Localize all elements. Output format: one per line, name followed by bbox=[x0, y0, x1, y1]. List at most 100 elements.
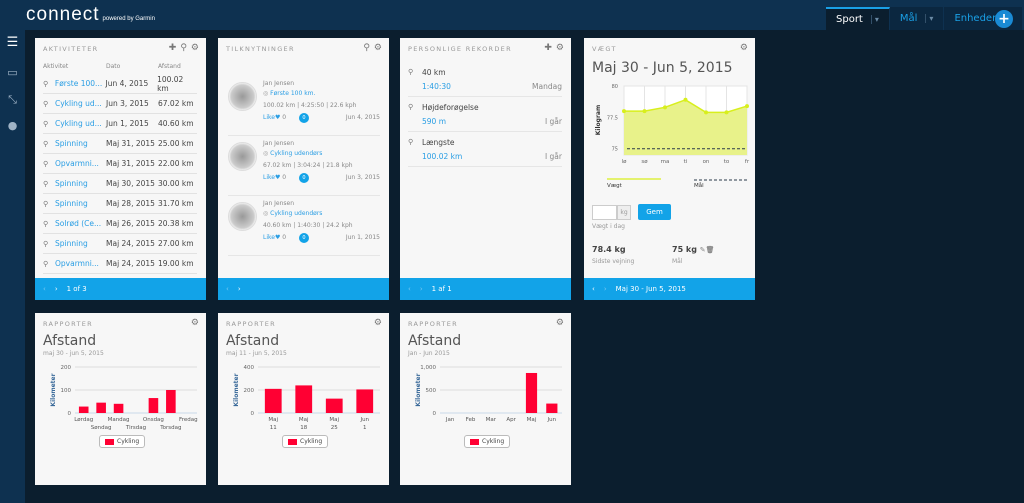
activity-link[interactable]: Opvarmni... bbox=[55, 259, 106, 268]
comment-bubble-icon[interactable]: 0 bbox=[299, 173, 309, 183]
user-name[interactable]: Jan Jensen bbox=[263, 80, 294, 87]
save-button[interactable]: Gem bbox=[638, 204, 671, 220]
activity-link[interactable]: Spinning bbox=[55, 199, 106, 208]
activity-link[interactable]: Første 100... bbox=[55, 79, 106, 88]
x-tick-label: lø bbox=[622, 159, 628, 165]
prev-page-button[interactable]: ‹ bbox=[408, 285, 411, 293]
activity-link[interactable]: Solrød (Ce... bbox=[55, 219, 106, 228]
connect-logo[interactable]: connect powered by Garmin bbox=[26, 4, 155, 26]
activity-date: Maj 31, 2015 bbox=[106, 159, 155, 168]
avatar[interactable] bbox=[228, 202, 257, 231]
gear-icon[interactable]: ⚙ bbox=[374, 43, 382, 53]
trash-icon[interactable]: 🗑 bbox=[706, 246, 715, 254]
table-row[interactable]: ⚲ Spinning Maj 30, 2015 30.00 km bbox=[43, 174, 197, 194]
heart-icon[interactable]: ♥ bbox=[275, 234, 280, 241]
heart-icon[interactable]: ♥ bbox=[275, 174, 280, 181]
activity-link[interactable]: Første 100 km. bbox=[270, 90, 315, 97]
activity-date: Maj 24, 2015 bbox=[106, 239, 155, 248]
next-page-button[interactable]: › bbox=[238, 285, 241, 293]
gear-icon[interactable]: ⚙ bbox=[191, 318, 199, 328]
record-value[interactable]: 590 m bbox=[422, 117, 446, 126]
user-name[interactable]: Jan Jensen bbox=[263, 140, 294, 147]
connections-icon[interactable]: ⤡ bbox=[6, 94, 19, 106]
legend-item-cycling[interactable]: Cykling bbox=[282, 435, 329, 448]
avatar[interactable] bbox=[228, 142, 257, 171]
comment-bubble-icon[interactable]: 0 bbox=[299, 233, 309, 243]
menu-icon[interactable]: ☰ bbox=[6, 36, 19, 49]
activity-link[interactable]: Opvarmni... bbox=[55, 159, 106, 168]
like-button[interactable]: Like bbox=[263, 234, 275, 241]
gear-icon[interactable]: ⚙ bbox=[374, 318, 382, 328]
legend-item-cycling[interactable]: Cykling bbox=[99, 435, 146, 448]
gear-icon[interactable]: ⚙ bbox=[191, 43, 199, 53]
next-page-button[interactable]: › bbox=[55, 285, 58, 293]
y-tick-label: 400 bbox=[244, 365, 255, 371]
like-button[interactable]: Like bbox=[263, 174, 275, 181]
activity-link[interactable]: Cykling ud... bbox=[55, 99, 106, 108]
y-tick-label: 1,000 bbox=[420, 365, 436, 371]
comment-bubble-icon[interactable]: 0 bbox=[299, 113, 309, 123]
inbox-icon[interactable]: ▭ bbox=[6, 67, 19, 79]
prev-page-button[interactable]: ‹ bbox=[592, 285, 595, 293]
legend-label: Cykling bbox=[300, 438, 323, 445]
table-row[interactable]: ⚲ Opvarmni... Maj 31, 2015 22.00 km bbox=[43, 154, 197, 174]
avatar[interactable] bbox=[228, 82, 257, 111]
record-value[interactable]: 1:40:30 bbox=[422, 82, 451, 91]
search-icon[interactable]: ⚲ bbox=[363, 43, 370, 53]
user-name[interactable]: Jan Jensen bbox=[263, 200, 294, 207]
table-row[interactable]: ⚲ Cykling ud... Jun 3, 2015 67.02 km bbox=[43, 94, 197, 114]
record-item[interactable]: ⚲ 40 km 1:40:30 Mandag bbox=[408, 62, 562, 97]
tab-maal[interactable]: Mål ▾ bbox=[889, 7, 945, 30]
gear-icon[interactable]: ⚙ bbox=[556, 318, 564, 328]
record-value[interactable]: 100.02 km bbox=[422, 152, 462, 161]
activity-link[interactable]: Cykling udendørs bbox=[270, 210, 322, 217]
table-row[interactable]: ⚲ Cykling ud... Jun 1, 2015 40.60 km bbox=[43, 114, 197, 134]
column-header-activity[interactable]: Aktivitet bbox=[43, 63, 68, 70]
activity-link[interactable]: Spinning bbox=[55, 239, 106, 248]
table-row[interactable]: ⚲ Spinning Maj 24, 2015 27.00 km bbox=[43, 234, 197, 254]
plus-circle-icon[interactable]: + bbox=[995, 10, 1013, 28]
x-tick-label: Apr bbox=[506, 417, 516, 423]
heart-icon[interactable]: ♥ bbox=[275, 114, 280, 121]
card-title: PERSONLIGE REKORDER bbox=[408, 45, 512, 53]
column-header-distance[interactable]: Afstand bbox=[158, 63, 181, 70]
x-tick-label: 11 bbox=[270, 425, 277, 431]
gear-icon[interactable]: ⚙ bbox=[740, 43, 748, 53]
next-page-button[interactable]: › bbox=[420, 285, 423, 293]
legend-item-cycling[interactable]: Cykling bbox=[464, 435, 511, 448]
gear-icon[interactable]: ⚙ bbox=[556, 43, 564, 53]
activity-link[interactable]: Cykling ud... bbox=[55, 119, 106, 128]
tab-sport[interactable]: Sport ▾ bbox=[826, 7, 890, 30]
table-row[interactable]: ⚲ Solrød (Ce... Maj 26, 2015 20.38 km bbox=[43, 214, 197, 234]
activity-link[interactable]: Cykling udendørs bbox=[270, 150, 322, 157]
table-row[interactable]: ⚲ Første 100... Jun 4, 2015 100.02 km bbox=[43, 74, 197, 94]
bike-icon: ⚲ bbox=[408, 138, 414, 146]
bar-chart: Kilometer 0 200 400 Maj 11 Maj 18 Maj 25 Jun 1 bbox=[233, 365, 380, 431]
table-row[interactable]: ⚲ Spinning Maj 28, 2015 31.70 km bbox=[43, 194, 197, 214]
table-row[interactable]: ⚲ Spinning Maj 31, 2015 25.00 km bbox=[43, 134, 197, 154]
activity-link[interactable]: Spinning bbox=[55, 179, 106, 188]
table-row[interactable]: ⚲ Opvarmni... Maj 24, 2015 19.00 km bbox=[43, 254, 197, 274]
column-header-date[interactable]: Dato bbox=[106, 63, 120, 70]
like-button[interactable]: Like bbox=[263, 114, 275, 121]
search-icon[interactable]: ⚲ bbox=[180, 43, 187, 53]
bar bbox=[113, 403, 124, 413]
record-item[interactable]: ⚲ Længste 100.02 km I går bbox=[408, 132, 562, 167]
record-name: Højdeforøgelse bbox=[422, 103, 479, 112]
next-page-button[interactable]: › bbox=[604, 285, 607, 293]
weight-input[interactable] bbox=[592, 205, 617, 220]
activity-date: Maj 31, 2015 bbox=[106, 139, 155, 148]
connections-card: TILKNYTNINGER ⚲ ⚙ Jan Jensen ◎ Første 100… bbox=[218, 38, 389, 300]
prev-page-button[interactable]: ‹ bbox=[226, 285, 229, 293]
report-subtitle: maj 11 - jun 5, 2015 bbox=[226, 350, 287, 357]
tab-dropdown-icon[interactable]: ▾ bbox=[870, 15, 879, 24]
tab-dropdown-icon[interactable]: ▾ bbox=[925, 14, 933, 23]
activity-link[interactable]: Spinning bbox=[55, 139, 106, 148]
activity-date: Jun 4, 2015 bbox=[345, 114, 380, 121]
report-card: RAPPORTER ⚙ Afstand maj 11 - jun 5, 2015… bbox=[218, 313, 389, 485]
plus-icon[interactable]: ✚ bbox=[544, 43, 552, 53]
user-icon[interactable]: ● bbox=[6, 120, 19, 132]
plus-icon[interactable]: ✚ bbox=[169, 43, 177, 53]
record-item[interactable]: ⚲ Højdeforøgelse 590 m I går bbox=[408, 97, 562, 132]
prev-page-button[interactable]: ‹ bbox=[43, 285, 46, 293]
